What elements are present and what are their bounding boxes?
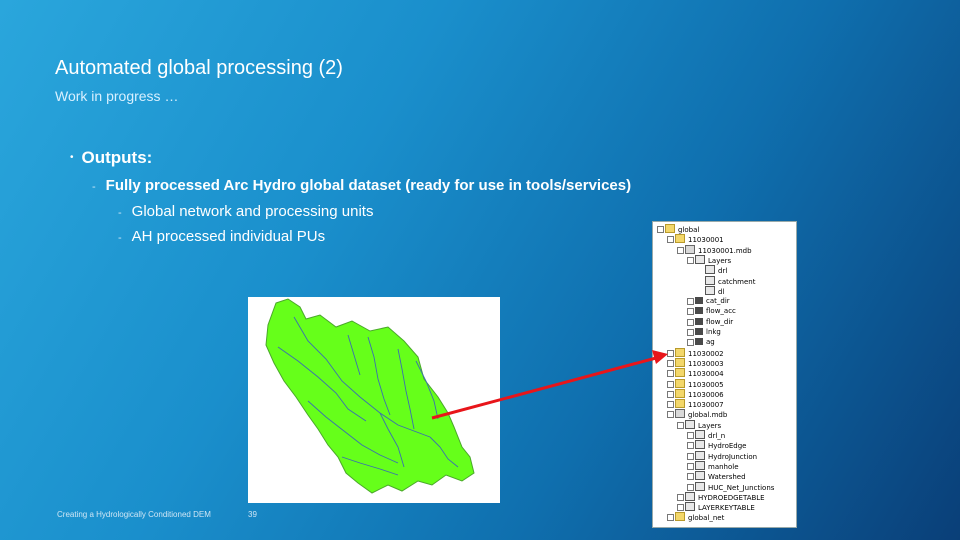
red-arrow-line [431,356,657,420]
arrow-overlay [431,350,668,420]
red-arrow-head-icon [652,350,668,364]
